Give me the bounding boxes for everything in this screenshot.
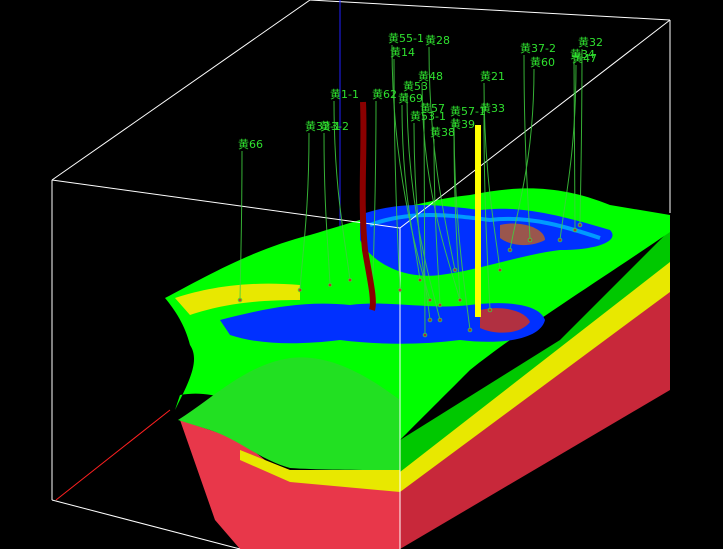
well-bottom-marker bbox=[437, 302, 443, 308]
scene-canvas[interactable]: 黄66黄32-1黄3-2黄1-1 黄62黄55-1黄14黄69黄53黄48黄28黄… bbox=[0, 0, 723, 549]
well-bottom-marker bbox=[297, 287, 303, 293]
well-bottom-marker bbox=[427, 317, 433, 323]
well-label: 黄38 bbox=[430, 125, 455, 139]
well-bottom-marker bbox=[487, 307, 493, 313]
well-bottom-marker bbox=[507, 247, 513, 253]
well-label: 黄62 bbox=[372, 87, 397, 101]
well-bottom-marker bbox=[437, 317, 443, 323]
well-label: 黄55-1 bbox=[388, 31, 424, 45]
well-label: 黄37-2 bbox=[520, 41, 556, 55]
well-bottom-marker bbox=[527, 237, 533, 243]
well-bottom-marker bbox=[397, 287, 403, 293]
well-bottom-marker bbox=[422, 332, 428, 338]
well-label: 黄33 bbox=[480, 101, 505, 115]
well-bottom-marker bbox=[427, 297, 433, 303]
well-bottom-marker bbox=[417, 277, 423, 283]
well-label: 黄48 bbox=[418, 69, 443, 83]
well-label: 黄1-1 bbox=[330, 87, 359, 101]
well-bottom-marker bbox=[497, 267, 503, 273]
well-bottom-marker bbox=[347, 277, 353, 283]
well-bottom-marker bbox=[237, 297, 243, 303]
3d-geology-viewport[interactable]: 黄66 黄32-1 黄3-2 黄1-1 黄62 黄55-1 黄14 黄69 黄53 黄48 黄28 黄… bbox=[0, 0, 723, 549]
well-bottom-marker bbox=[327, 282, 333, 288]
well-label: 黄28 bbox=[425, 33, 450, 47]
well-yellow-trajectory[interactable] bbox=[475, 125, 481, 317]
well-label: 黄47 bbox=[572, 51, 597, 65]
well-bottom-marker bbox=[452, 267, 458, 273]
well-labels: 黄66黄32-1黄3-2黄1-1 黄62黄55-1黄14黄69黄53黄48黄28黄… bbox=[238, 31, 603, 151]
well-label: 黄32 bbox=[578, 35, 603, 49]
well-label: 黄21 bbox=[480, 69, 505, 83]
well-bottom-marker bbox=[467, 327, 473, 333]
well-label: 黄3-2 bbox=[320, 119, 349, 133]
well-bottom-marker bbox=[457, 297, 463, 303]
well-bottom-marker bbox=[572, 227, 578, 233]
x-axis-line bbox=[55, 409, 171, 501]
well-label: 黄66 bbox=[238, 137, 263, 151]
well-bottom-marker bbox=[577, 222, 583, 228]
well-bottom-marker bbox=[557, 237, 563, 243]
well-label: 黄60 bbox=[530, 55, 555, 69]
well-label: 黄53-1 bbox=[410, 109, 446, 123]
well-label: 黄14 bbox=[390, 45, 415, 59]
